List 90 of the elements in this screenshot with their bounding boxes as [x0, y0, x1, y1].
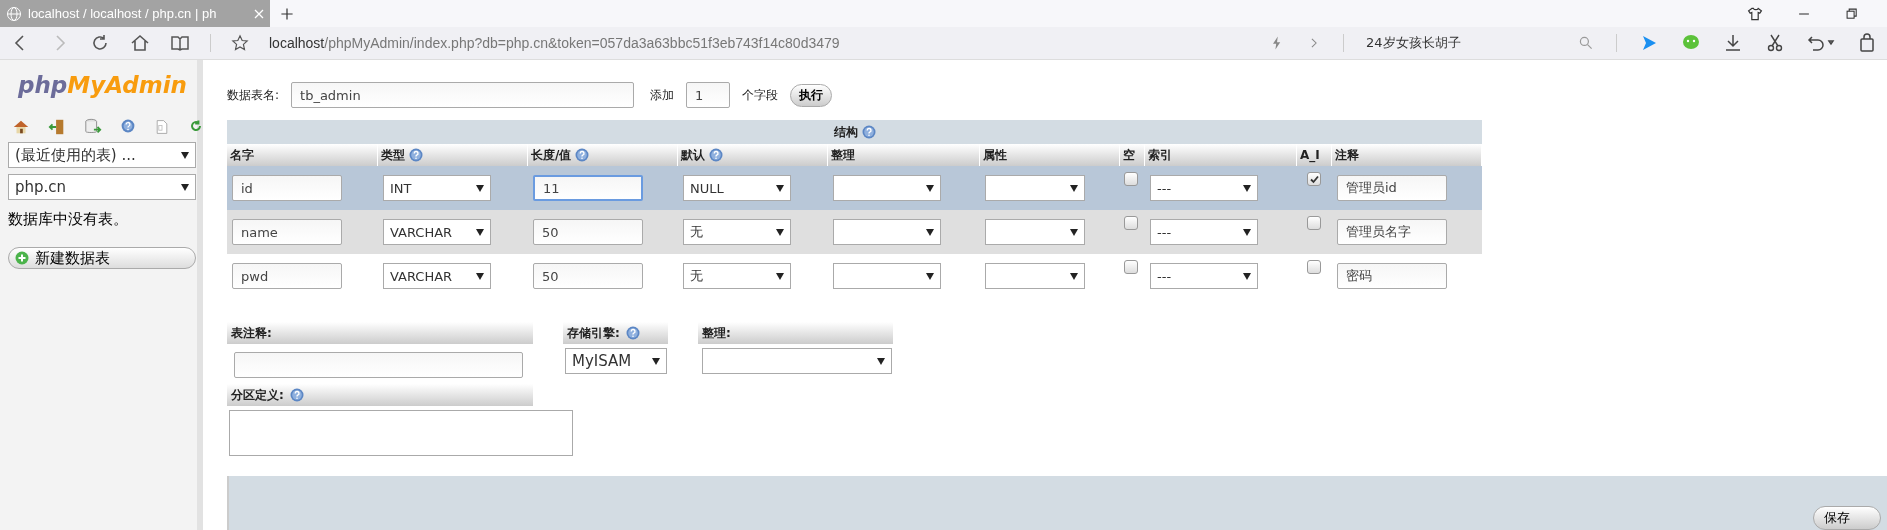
name-field[interactable]: name	[232, 219, 342, 245]
column-label: 长度/值	[531, 146, 572, 164]
column-label: 名字	[230, 146, 254, 164]
table-comment-field[interactable]	[234, 352, 523, 378]
partition-textarea[interactable]	[229, 410, 573, 456]
undo-icon[interactable]	[1807, 33, 1835, 53]
restore-icon[interactable]	[1845, 6, 1859, 21]
length-field[interactable]: 50	[533, 263, 643, 289]
close-icon[interactable]	[254, 8, 264, 19]
help-icon[interactable]	[409, 148, 423, 162]
attributes-dropdown[interactable]	[985, 175, 1085, 201]
structure-title: 结构	[833, 123, 858, 141]
name-field[interactable]: pwd	[232, 263, 342, 289]
type-dropdown[interactable]: INT	[383, 175, 491, 201]
attributes-dropdown[interactable]	[985, 263, 1085, 289]
comment-field[interactable]: 管理员id	[1337, 175, 1447, 201]
default-dropdown[interactable]: NULL	[683, 175, 791, 201]
search-field[interactable]: 24岁女孩长胡子	[1366, 34, 1556, 52]
search-icon[interactable]	[1578, 35, 1594, 51]
help-icon[interactable]	[120, 118, 136, 134]
fields-label: 个字段	[742, 86, 779, 104]
plus-icon	[15, 251, 29, 265]
logo[interactable]: phpMyAdmin	[18, 70, 191, 100]
checkbox[interactable]	[1307, 260, 1321, 274]
database-dropdown[interactable]: php.cn	[8, 174, 196, 200]
collation-label: 整理:	[702, 324, 731, 342]
shirt-icon[interactable]	[1747, 5, 1763, 22]
address-bar[interactable]: localhost/phpMyAdmin/index.php?db=php.cn&token=057da3a63bbc51f3eb743f14c80d3479	[269, 35, 840, 51]
column-label: 整理	[831, 146, 855, 164]
partition-label: 分区定义:	[231, 386, 284, 404]
index-dropdown[interactable]: ---	[1150, 219, 1258, 245]
column-label: 索引	[1148, 146, 1172, 164]
help-icon[interactable]	[861, 125, 876, 139]
attributes-dropdown[interactable]	[985, 219, 1085, 245]
default-dropdown[interactable]: 无	[683, 263, 791, 289]
collation-dropdown[interactable]	[833, 263, 941, 289]
help-icon[interactable]	[709, 148, 723, 162]
recent-tables-dropdown[interactable]: (最近使用的表) ...	[8, 142, 196, 168]
add-label: 添加	[650, 86, 675, 104]
book-icon[interactable]	[170, 33, 190, 53]
column-label: 默认	[681, 146, 705, 164]
engine-label: 存储引擎:	[567, 324, 620, 342]
collation-dropdown[interactable]	[833, 219, 941, 245]
star-icon[interactable]	[231, 34, 249, 52]
home-icon[interactable]	[130, 33, 150, 53]
table-name-label: 数据表名:	[227, 86, 280, 104]
table-collation-dropdown[interactable]	[702, 348, 892, 374]
save-button[interactable]: 保存	[1813, 506, 1881, 530]
comment-field[interactable]: 密码	[1337, 263, 1447, 289]
scissors-icon[interactable]	[1765, 33, 1785, 53]
download-icon[interactable]	[1723, 33, 1743, 53]
field-count-field[interactable]: 1	[686, 82, 731, 108]
column-label: 类型	[381, 146, 405, 164]
default-dropdown[interactable]: 无	[683, 219, 791, 245]
checkbox[interactable]	[1124, 260, 1138, 274]
new-table-button[interactable]: 新建数据表	[8, 247, 196, 269]
go-button[interactable]: 执行	[790, 83, 833, 107]
no-tables-message: 数据库中没有表。	[8, 210, 129, 229]
type-dropdown[interactable]: VARCHAR	[383, 263, 491, 289]
checkbox[interactable]	[1307, 172, 1321, 186]
index-dropdown[interactable]: ---	[1150, 175, 1258, 201]
name-field[interactable]: id	[232, 175, 342, 201]
length-field[interactable]: 11	[533, 175, 643, 201]
checkbox[interactable]	[1124, 216, 1138, 230]
new-tab-icon[interactable]	[279, 5, 295, 22]
checkbox[interactable]	[1307, 216, 1321, 230]
length-field[interactable]: 50	[533, 219, 643, 245]
comment-field[interactable]: 管理员名字	[1337, 219, 1447, 245]
home-icon[interactable]	[12, 118, 30, 136]
collation-dropdown[interactable]	[833, 175, 941, 201]
refresh-icon[interactable]	[188, 118, 204, 134]
globe-icon	[6, 5, 22, 22]
help-icon[interactable]	[625, 326, 640, 340]
index-dropdown[interactable]: ---	[1150, 263, 1258, 289]
table-comment-label: 表注释:	[231, 324, 272, 342]
column-label: 注释	[1335, 146, 1359, 164]
reload-icon[interactable]	[90, 33, 110, 53]
document-icon[interactable]	[154, 118, 170, 136]
checkbox[interactable]	[1124, 172, 1138, 186]
table-name-field[interactable]: tb_admin	[291, 82, 635, 108]
help-icon[interactable]	[575, 148, 590, 162]
help-icon[interactable]	[289, 388, 304, 402]
exit-door-icon[interactable]	[48, 118, 66, 136]
column-label: 属性	[983, 146, 1007, 164]
bag-icon[interactable]	[1857, 33, 1877, 53]
engine-dropdown[interactable]: MyISAM	[565, 348, 667, 374]
database-arrow-icon[interactable]	[84, 118, 102, 136]
column-label: A_I	[1300, 148, 1320, 162]
column-label: 空	[1123, 146, 1135, 164]
type-dropdown[interactable]: VARCHAR	[383, 219, 491, 245]
